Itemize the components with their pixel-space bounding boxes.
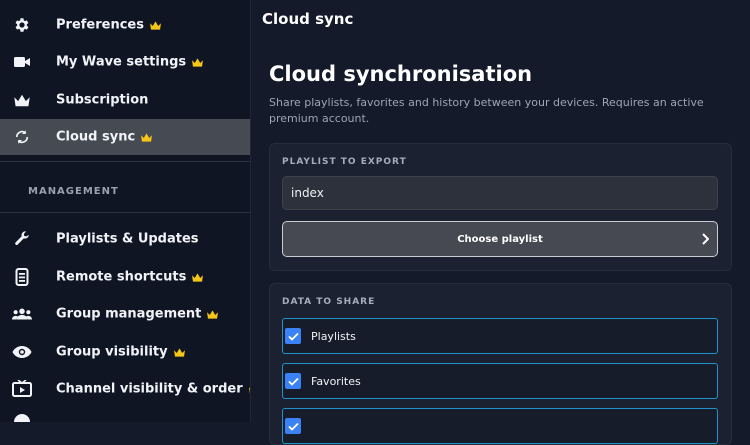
sidebar-item-label: Subscription (56, 92, 149, 108)
sidebar-item-label: Playlists & Updates (56, 231, 199, 247)
playlist-name-input[interactable]: index (282, 176, 718, 210)
page-description: Share playlists, favorites and history b… (269, 96, 704, 125)
sidebar-item-label: Remote shortcuts (56, 269, 187, 285)
sync-icon (12, 127, 32, 147)
sidebar-divider (0, 161, 250, 162)
gear-icon (12, 15, 32, 35)
sidebar-section-title: MANAGEMENT (28, 186, 119, 197)
checkbox-checked-icon[interactable] (285, 328, 301, 344)
sidebar-item-preferences[interactable]: Preferences (0, 7, 250, 43)
chevron-right-icon (702, 233, 709, 245)
tv-icon (12, 379, 32, 399)
eye-icon (12, 342, 32, 362)
checkbox-checked-icon[interactable] (285, 418, 301, 434)
card-label: DATA TO SHARE (282, 297, 376, 307)
wrench-icon (12, 229, 32, 249)
premium-crown-icon (207, 309, 219, 319)
sidebar-item-remote-shortcuts[interactable]: Remote shortcuts (0, 259, 250, 295)
share-option-label: Favorites (311, 374, 361, 388)
sidebar-item-playlists-updates[interactable]: Playlists & Updates (0, 221, 250, 257)
premium-crown-icon (173, 347, 185, 357)
main-content: Cloud sync Cloud synchronisation Share p… (251, 0, 750, 445)
premium-crown-icon (150, 20, 161, 30)
sidebar-item-subscription[interactable]: Subscription (0, 82, 250, 118)
crown-icon (12, 90, 32, 110)
share-option-playlists[interactable]: Playlists (282, 318, 718, 354)
sidebar-item-label: Group management (56, 306, 202, 322)
premium-crown-icon (192, 272, 204, 282)
page-title: Cloud synchronisation (269, 62, 533, 86)
group-icon (12, 304, 32, 324)
sidebar-item-label: Group visibility (56, 344, 168, 360)
sidebar-item-my-wave-settings[interactable]: My Wave settings (0, 44, 250, 80)
share-option-favorites[interactable]: Favorites (282, 363, 718, 399)
share-option-label: Playlists (311, 329, 356, 343)
playlist-export-card: PLAYLIST TO EXPORT index Choose playlist (269, 143, 732, 271)
choose-playlist-label: Choose playlist (457, 233, 543, 245)
checkbox-checked-icon[interactable] (285, 373, 301, 389)
sidebar-item-channel-visibility-order[interactable]: Channel visibility & order (0, 371, 250, 407)
sidebar-item-label: Channel visibility & order (56, 381, 243, 397)
partial-next-item-icon (14, 414, 30, 422)
premium-crown-icon (141, 132, 153, 142)
sidebar-divider (0, 212, 250, 213)
sidebar-item-label: Preferences (56, 17, 144, 33)
sidebar-item-label: Cloud sync (56, 129, 136, 145)
video-camera-icon (12, 52, 32, 72)
share-option-partial[interactable] (282, 408, 718, 444)
sidebar-item-label: My Wave settings (56, 54, 187, 70)
sidebar-item-cloud-sync[interactable]: Cloud sync (0, 119, 250, 155)
premium-crown-icon (192, 57, 204, 67)
choose-playlist-button[interactable]: Choose playlist (282, 221, 718, 257)
data-share-card: DATA TO SHARE Playlists Favorites (269, 283, 732, 445)
sidebar: Preferences My Wave settings Subscriptio… (0, 0, 250, 422)
card-label: PLAYLIST TO EXPORT (282, 157, 407, 167)
page-header-title: Cloud sync (262, 10, 354, 28)
remote-icon (12, 267, 32, 287)
sidebar-item-group-visibility[interactable]: Group visibility (0, 334, 250, 370)
sidebar-item-group-management[interactable]: Group management (0, 296, 250, 332)
